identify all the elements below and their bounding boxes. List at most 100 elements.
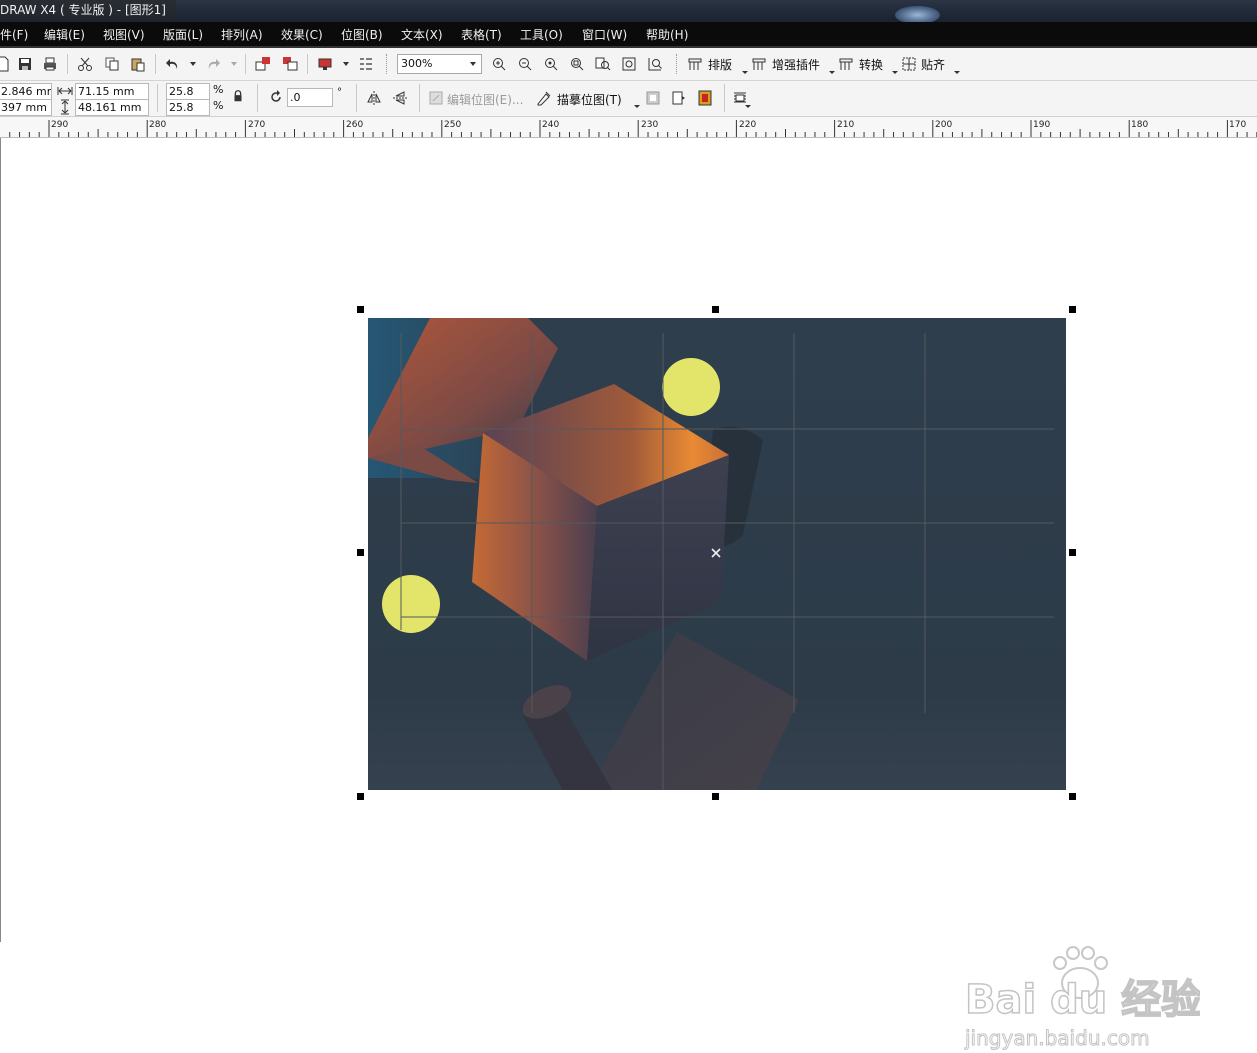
plugin-enhance-label[interactable]: 增强插件	[772, 56, 820, 73]
zoom-page-icon[interactable]	[594, 55, 612, 73]
menu-help[interactable]: 帮助(H)	[646, 22, 688, 46]
object-width-field[interactable]: 71.15 mm	[75, 83, 149, 100]
trace-bitmap-label[interactable]: 描摹位图(T)	[557, 91, 622, 108]
undo-icon[interactable]	[164, 55, 182, 73]
menu-file[interactable]: 件(F)	[0, 22, 28, 46]
lock-ratio-icon[interactable]	[231, 89, 245, 103]
zoom-in-icon[interactable]	[490, 55, 508, 73]
selection-handle-left[interactable]	[357, 549, 364, 556]
separator	[257, 84, 258, 112]
selection-handle-top-left[interactable]	[357, 306, 364, 313]
baidu-jingyan-watermark: Bai du 经验 jingyan.baidu.com	[964, 946, 1200, 1051]
selection-handle-right[interactable]	[1069, 549, 1076, 556]
menu-effects[interactable]: 效果(C)	[281, 22, 323, 46]
menu-tools[interactable]: 工具(O)	[520, 22, 563, 46]
ruler-label: 210	[837, 120, 855, 130]
separator	[386, 54, 388, 74]
copy-icon[interactable]	[103, 55, 121, 73]
enhance-plugin-icon[interactable]	[750, 55, 768, 73]
plugin-layout-label[interactable]: 排版	[708, 56, 732, 73]
menu-text[interactable]: 文本(X)	[401, 22, 443, 46]
yellow-circle-left	[382, 575, 440, 633]
plugin-enhance-dropdown[interactable]	[829, 71, 835, 74]
import-icon[interactable]	[254, 55, 272, 73]
menu-arrange[interactable]: 排列(A)	[221, 22, 263, 46]
menu-layout[interactable]: 版面(L)	[163, 22, 203, 46]
rotate-icon	[268, 89, 284, 105]
app-launcher-icon[interactable]	[316, 55, 334, 73]
zoom-level-combo[interactable]: 300%	[397, 54, 482, 74]
trace-bitmap-dropdown[interactable]	[634, 105, 640, 108]
object-height-field[interactable]: 48.161 mm	[75, 99, 149, 116]
width-arrows-icon	[57, 83, 73, 99]
property-bar: 2.846 mm 397 mm 71.15 mm 48.161 mm 25.8 …	[0, 81, 1257, 117]
percent-sign-y: %	[213, 99, 224, 112]
zoom-selected-icon[interactable]	[542, 55, 560, 73]
new-icon[interactable]	[0, 55, 12, 73]
selection-handle-bottom[interactable]	[712, 793, 719, 800]
crop-bitmap-icon[interactable]	[644, 89, 662, 107]
menu-window[interactable]: 窗口(W)	[582, 22, 627, 46]
ruler-label: 230	[641, 120, 659, 130]
snap-grid-icon[interactable]	[900, 55, 918, 73]
rotation-angle-field[interactable]: .0	[287, 88, 333, 107]
app-launcher-dropdown[interactable]	[343, 62, 349, 66]
selection-handle-top[interactable]	[712, 306, 719, 313]
scale-y-field[interactable]: 25.8	[166, 99, 210, 116]
wrap-text-dropdown[interactable]	[745, 105, 751, 108]
selection-handle-top-right[interactable]	[1069, 306, 1076, 313]
plugin-convert-dropdown[interactable]	[892, 71, 898, 74]
resample-icon[interactable]	[670, 89, 688, 107]
position-y-field[interactable]: 397 mm	[0, 99, 52, 116]
menu-table[interactable]: 表格(T)	[461, 22, 502, 46]
selection-handle-bottom-left[interactable]	[357, 793, 364, 800]
layout-plugin-icon[interactable]	[686, 55, 704, 73]
position-x-field[interactable]: 2.846 mm	[0, 83, 52, 100]
title-bar: DRAW X4 ( 专业版 ) - [图形1]	[0, 0, 1257, 24]
zoom-width-icon[interactable]	[620, 55, 638, 73]
ruler-label: 260	[346, 120, 364, 130]
convert-plugin-icon[interactable]	[837, 55, 855, 73]
scale-x-field[interactable]: 25.8	[166, 83, 210, 100]
plugin-convert-label[interactable]: 转换	[859, 56, 883, 73]
zoom-height-icon[interactable]	[646, 55, 664, 73]
menu-edit[interactable]: 编辑(E)	[44, 22, 85, 46]
menu-view[interactable]: 视图(V)	[103, 22, 145, 46]
undo-dropdown[interactable]	[190, 62, 196, 66]
drawing-canvas[interactable]: Bai du 经验 jingyan.baidu.com	[0, 138, 1257, 1051]
plugin-snap-label[interactable]: 贴齐	[921, 56, 945, 73]
zoom-out-icon[interactable]	[516, 55, 534, 73]
page-border	[0, 138, 1, 942]
mirror-horizontal-icon[interactable]	[365, 89, 383, 107]
window-title: DRAW X4 ( 专业版 ) - [图形1]	[0, 0, 176, 20]
center-marker-icon[interactable]	[711, 548, 721, 558]
edit-bitmap-label[interactable]: 编辑位图(E)...	[447, 91, 523, 108]
paste-icon[interactable]	[129, 55, 147, 73]
print-icon[interactable]	[41, 55, 59, 73]
plugin-snap-dropdown[interactable]	[954, 71, 960, 74]
separator	[676, 54, 678, 74]
export-icon[interactable]	[281, 55, 299, 73]
cut-icon[interactable]	[76, 55, 94, 73]
ruler-label: 180	[1131, 120, 1149, 130]
separator	[307, 54, 308, 74]
bitmap-color-mask-icon[interactable]	[696, 89, 714, 107]
separator	[67, 54, 68, 74]
zoom-all-icon[interactable]	[568, 55, 586, 73]
edit-bitmap-icon	[427, 89, 445, 107]
selection-handle-bottom-right[interactable]	[1069, 793, 1076, 800]
options-icon[interactable]	[357, 55, 375, 73]
redo-icon[interactable]	[204, 55, 222, 73]
menu-bitmaps[interactable]: 位图(B)	[341, 22, 383, 46]
mirror-vertical-icon[interactable]	[391, 89, 409, 107]
separator	[419, 84, 420, 112]
redo-dropdown[interactable]	[231, 62, 237, 66]
watermark-brand-text: Bai du 经验	[965, 977, 1200, 1023]
save-icon[interactable]	[16, 55, 34, 73]
separator	[356, 84, 357, 112]
separator	[157, 84, 158, 112]
ruler-label: 170	[1229, 120, 1247, 130]
horizontal-ruler[interactable]: 290 280 270 260 250 240 230 220 210 200 …	[0, 117, 1257, 138]
ruler-label: 200	[935, 120, 953, 130]
plugin-layout-dropdown[interactable]	[742, 71, 748, 74]
